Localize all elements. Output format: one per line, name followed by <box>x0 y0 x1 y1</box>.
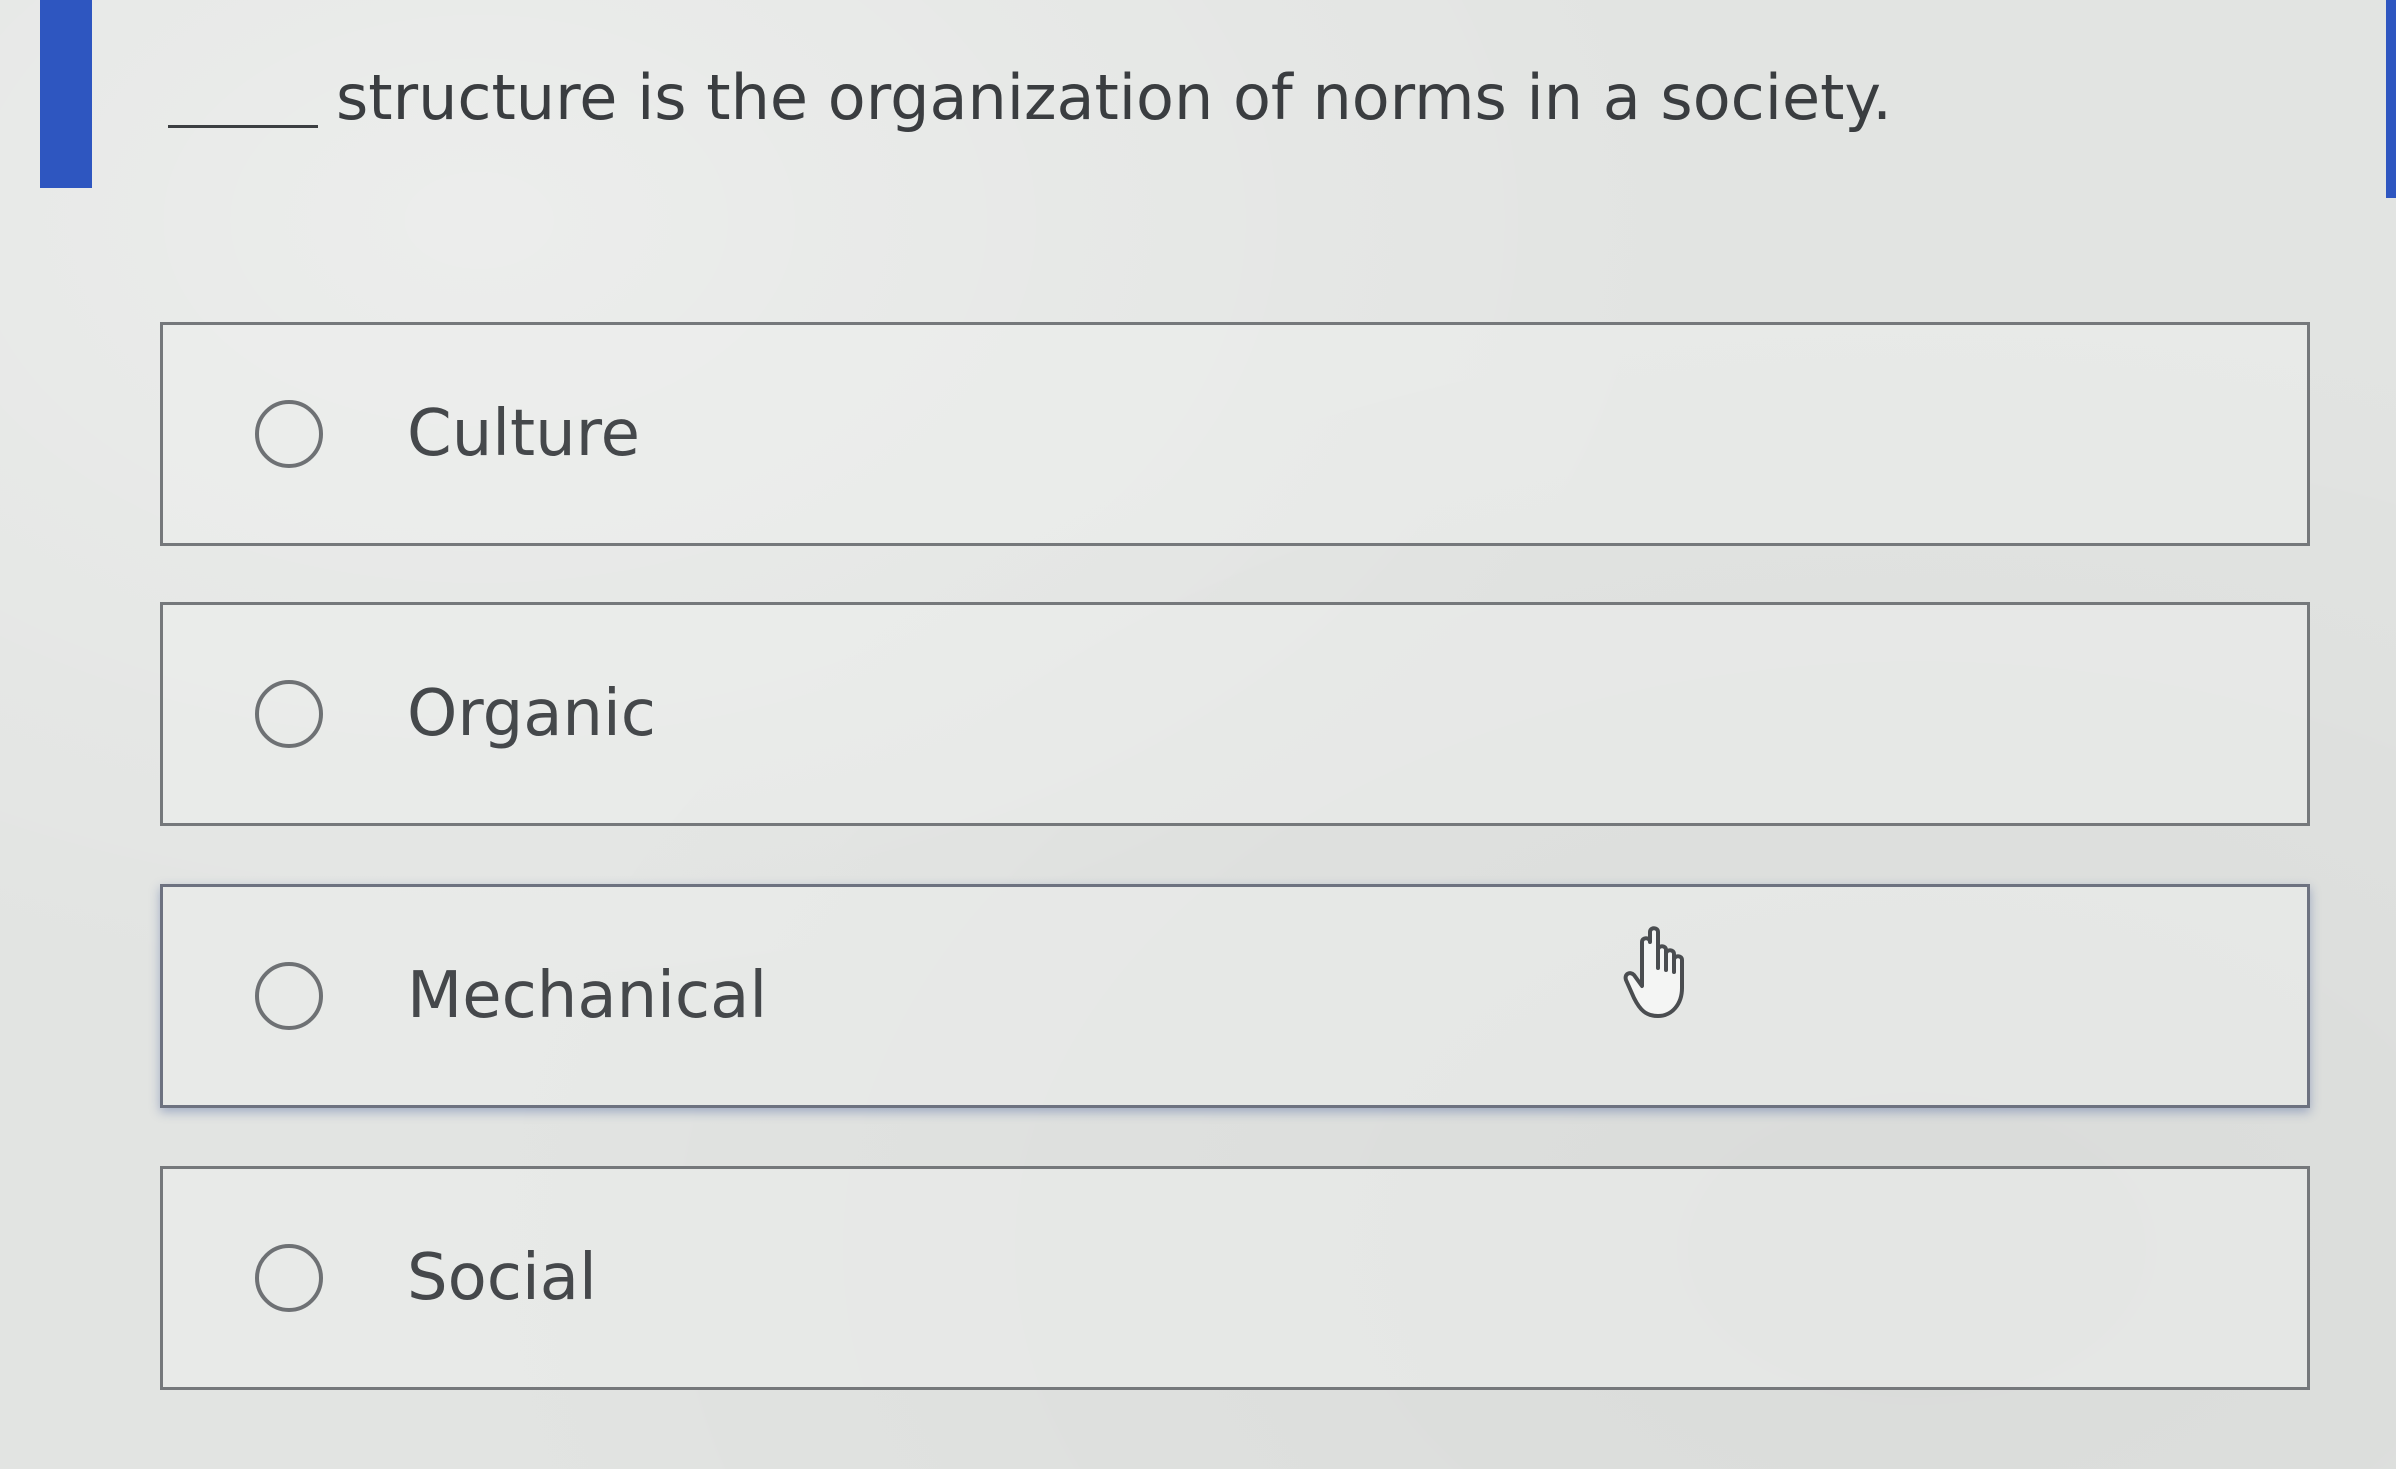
hand-pointer-icon <box>1623 926 1684 1018</box>
answer-option-culture[interactable]: Culture <box>160 322 2310 546</box>
option-label: Organic <box>407 677 656 751</box>
question-text: structure is the organization of norms i… <box>336 61 1892 134</box>
option-label: Mechanical <box>407 959 768 1033</box>
quiz-screen: structure is the organization of norms i… <box>0 0 2396 1469</box>
radio-button-icon[interactable] <box>255 400 323 468</box>
answer-option-organic[interactable]: Organic <box>160 602 2310 826</box>
left-accent-bar <box>40 0 92 188</box>
question-prompt: structure is the organization of norms i… <box>168 48 1968 148</box>
option-label: Social <box>407 1241 597 1315</box>
option-label: Culture <box>407 397 640 471</box>
answer-option-social[interactable]: Social <box>160 1166 2310 1390</box>
radio-button-icon[interactable] <box>255 962 323 1030</box>
right-accent-bar <box>2386 0 2396 198</box>
radio-button-icon[interactable] <box>255 680 323 748</box>
answer-option-mechanical[interactable]: Mechanical <box>160 884 2310 1108</box>
fill-in-blank <box>168 125 318 128</box>
radio-button-icon[interactable] <box>255 1244 323 1312</box>
